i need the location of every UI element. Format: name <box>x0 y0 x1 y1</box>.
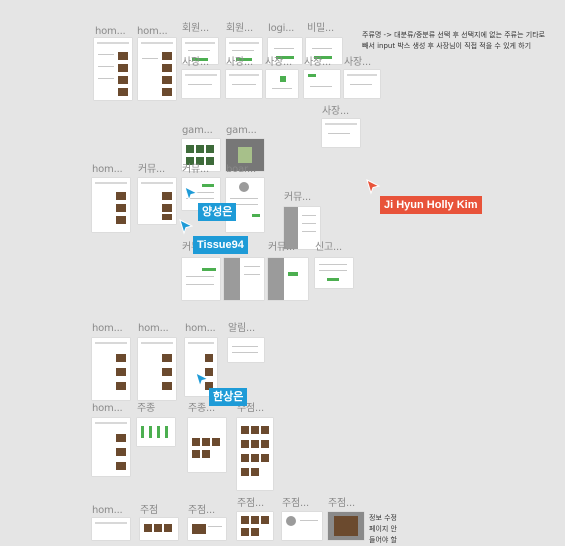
frame-label-owner-3[interactable]: 사장... <box>265 57 292 69</box>
frame-label-game-2[interactable]: gam... <box>226 125 257 137</box>
frame-label-home-3[interactable]: hom... <box>92 164 123 176</box>
memo-note-bottom: 정보 수정 페이지 안 들어야 할 <box>369 513 397 546</box>
frame-pub-4[interactable] <box>237 512 273 540</box>
frame-label-pub-5[interactable]: 주점... <box>282 498 309 510</box>
frame-home-5[interactable] <box>138 338 176 400</box>
frame-label-pub-3[interactable]: 주점... <box>188 505 215 517</box>
frame-owner-6[interactable] <box>322 119 360 147</box>
memo-line: 페이지 안 <box>369 525 397 533</box>
frame-report[interactable] <box>315 258 353 288</box>
frame-label-community-1[interactable]: 커뮤... <box>138 164 165 176</box>
frame-owner-3[interactable] <box>266 70 298 98</box>
frame-label-community-5[interactable]: 커뮤... <box>268 242 295 254</box>
frame-label-home-7[interactable]: hom... <box>92 403 123 415</box>
frame-home-1[interactable] <box>94 38 132 100</box>
frame-owner-2[interactable] <box>226 70 262 98</box>
frame-label-owner-2[interactable]: 사장... <box>226 57 253 69</box>
frame-label-board[interactable]: boar... <box>226 164 256 176</box>
frame-owner-4[interactable] <box>304 70 340 98</box>
frame-owner-5[interactable] <box>344 70 380 98</box>
frame-notification[interactable] <box>228 338 264 362</box>
frame-label-home-1[interactable]: hom... <box>95 26 126 38</box>
frame-label-login[interactable]: logi... <box>268 23 294 35</box>
frame-label-home-8[interactable]: hom... <box>92 505 123 517</box>
frame-home-7[interactable] <box>92 418 130 476</box>
frame-label-community-3[interactable]: 커뮤... <box>284 192 311 204</box>
frame-home-3[interactable] <box>92 178 130 232</box>
frame-label-home-6[interactable]: hom... <box>185 323 216 335</box>
frame-label-pub-4[interactable]: 주점... <box>237 498 264 510</box>
frame-home-8[interactable] <box>92 518 130 540</box>
frame-community-6[interactable] <box>224 258 264 300</box>
memo-line: 정보 수정 <box>369 514 397 522</box>
frame-owner-1[interactable] <box>182 70 220 98</box>
collaborator-tag-kim: Ji Hyun Holly Kim <box>380 196 482 214</box>
frame-liquor-type-1[interactable] <box>137 418 175 446</box>
frame-label-community-2[interactable]: 커뮤... <box>182 164 209 176</box>
memo-line: 빼서 input 박스 생성 후 사장님이 직접 적을 수 있게 하기 <box>362 42 532 50</box>
cursor-icon <box>195 372 209 388</box>
frame-label-liquor-type-1[interactable]: 주종 <box>137 403 155 415</box>
frame-label-home-5[interactable]: hom... <box>138 323 169 335</box>
collaborator-tag-han: 한상은 <box>209 388 248 406</box>
cursor-icon <box>366 179 380 195</box>
frame-pub-2[interactable] <box>140 518 178 540</box>
frame-pub-1[interactable] <box>237 418 273 490</box>
frame-liquor-type-2[interactable] <box>188 418 226 472</box>
frame-pub-6[interactable] <box>328 512 364 540</box>
frame-label-notification[interactable]: 알림... <box>228 323 255 335</box>
frame-community-5[interactable] <box>268 258 308 300</box>
frame-label-pub-2[interactable]: 주점 <box>140 505 158 517</box>
frame-label-password[interactable]: 비밀... <box>307 23 334 35</box>
cursor-icon <box>179 219 193 235</box>
frame-label-pub-6[interactable]: 주점... <box>328 498 355 510</box>
frame-home-2[interactable] <box>138 38 176 100</box>
frame-label-home-4[interactable]: hom... <box>92 323 123 335</box>
frame-label-home-2[interactable]: hom... <box>137 26 168 38</box>
frame-label-game-1[interactable]: gam... <box>182 125 213 137</box>
frame-label-owner-4[interactable]: 사장... <box>304 57 331 69</box>
frame-pub-3[interactable] <box>188 518 226 540</box>
frame-label-owner-6[interactable]: 사장... <box>322 106 349 118</box>
frame-label-report[interactable]: 신고... <box>315 242 342 254</box>
frame-community-1[interactable] <box>138 178 176 224</box>
collaborator-tag-tissue: Tissue94 <box>193 236 248 254</box>
frame-pub-5[interactable] <box>282 512 322 540</box>
memo-line: 주류명 -> 대분류/중분류 선택 후 선택지에 없는 주류는 기타로 <box>362 31 546 39</box>
frame-community-4[interactable] <box>182 258 220 300</box>
memo-note-top: 주류명 -> 대분류/중분류 선택 후 선택지에 없는 주류는 기타로 빼서 i… <box>362 30 545 52</box>
frame-label-owner-1[interactable]: 사장... <box>182 57 209 69</box>
memo-line: 들어야 할 <box>369 536 397 544</box>
frame-label-owner-5[interactable]: 사장... <box>344 57 371 69</box>
cursor-icon <box>184 186 198 202</box>
frame-label-signup-2[interactable]: 회원... <box>226 23 253 35</box>
frame-home-4[interactable] <box>92 338 130 400</box>
frame-label-signup-1[interactable]: 회원... <box>182 23 209 35</box>
collaborator-tag-yang: 양성은 <box>198 203 237 221</box>
